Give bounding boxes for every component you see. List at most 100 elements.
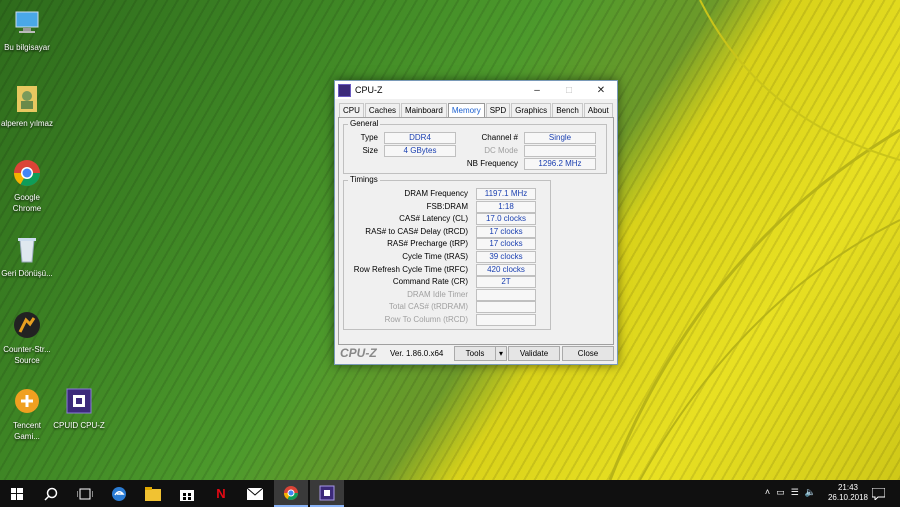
battery-icon[interactable]: ▭ (776, 487, 791, 497)
timing-value: 39 clocks (476, 251, 536, 263)
system-tray: ˄▭☰🔈 (765, 487, 822, 498)
title-bar[interactable]: CPU-Z – □ ✕ (335, 81, 617, 99)
timing-value: 1197.1 MHz (476, 188, 536, 200)
netflix-icon: N (216, 486, 226, 501)
folder-icon (145, 486, 161, 501)
timing-value: 17.0 clocks (476, 213, 536, 226)
taskbar-cpuz[interactable] (310, 480, 344, 507)
minimize-button[interactable]: – (521, 85, 553, 96)
tools-dropdown-arrow-icon[interactable]: ▾ (495, 346, 507, 361)
tools-button[interactable]: Tools (454, 346, 496, 361)
close-window-button[interactable]: ✕ (585, 85, 617, 96)
desktop-icon-chrome[interactable]: Google Chrome (0, 158, 54, 214)
channel-label: Channel # (481, 133, 518, 142)
timing-value: 420 clocks (476, 263, 536, 276)
mail-icon (247, 487, 263, 500)
timing-value (476, 301, 536, 314)
action-center-button[interactable] (864, 480, 892, 507)
desktop-icon-label: Geri Dönüşü... (1, 269, 53, 278)
size-label: Size (362, 146, 378, 155)
type-value: DDR4 (384, 132, 456, 144)
tab-cpu[interactable]: CPU (339, 103, 364, 117)
tab-about[interactable]: About (583, 103, 613, 117)
chrome-icon (284, 485, 298, 500)
computer-icon (12, 8, 42, 38)
network-icon[interactable]: ☰ (791, 487, 805, 497)
search-icon (44, 487, 58, 501)
edge-icon (112, 486, 126, 501)
tab-memory[interactable]: Memory (447, 103, 485, 117)
tab-graphics[interactable]: Graphics (511, 103, 552, 117)
window-footer: CPU-Z Ver. 1.86.0.x64 Tools ▾ Validate C… (338, 345, 614, 361)
channel-value: Single (524, 132, 596, 144)
desktop-icon-label: Bu bilgisayar (4, 43, 50, 52)
general-group-title: General (348, 119, 381, 128)
memory-panel: General Type DDR4 Size 4 GBytes Channel … (338, 117, 614, 345)
task-view-button[interactable] (68, 480, 102, 507)
tab-caches[interactable]: Caches (364, 103, 401, 117)
taskbar-chrome[interactable] (274, 480, 308, 507)
store-icon (180, 489, 194, 501)
taskbar: N ˄▭☰🔈 21:43 26.10.2018 (0, 480, 900, 507)
dc-mode-label: DC Mode (484, 146, 518, 155)
desktop-icon-this-pc[interactable]: Bu bilgisayar (0, 8, 54, 53)
timing-value: 1:18 (476, 200, 536, 213)
user-folder-icon (12, 84, 42, 114)
desktop-icon-tencent[interactable]: Tencent Gami... (0, 386, 54, 442)
close-button[interactable]: Close (562, 346, 614, 361)
maximize-button[interactable]: □ (553, 85, 585, 96)
taskbar-file-explorer[interactable] (136, 480, 170, 507)
cpuz-icon (319, 485, 335, 500)
show-hidden-icons-icon[interactable]: ˄ (765, 487, 776, 497)
taskbar-edge[interactable] (102, 480, 136, 507)
timing-value: 17 clocks (476, 225, 536, 238)
tab-bench[interactable]: Bench (552, 103, 583, 117)
desktop-icon-label: CPUID CPU-Z (53, 421, 105, 430)
tab-mainboard[interactable]: Mainboard (401, 103, 447, 117)
timings-group: Timings DRAM Frequency 1197.1 MHz FSB:DRAM… (343, 175, 551, 330)
desktop-icon-cpuz[interactable]: CPUID CPU-Z (52, 386, 106, 431)
cpuz-app-icon (338, 83, 351, 97)
taskbar-netflix[interactable]: N (204, 480, 238, 507)
volume-icon[interactable]: 🔈 (805, 487, 822, 497)
validate-button[interactable]: Validate (508, 346, 560, 361)
cpuz-icon (64, 386, 94, 416)
desktop-icon-label: Counter-Str... Source (3, 345, 51, 365)
timing-label: Total CAS# (tRDRAM) (388, 302, 468, 312)
desktop-icon-label: Tencent Gami... (12, 421, 42, 441)
type-label: Type (360, 133, 378, 142)
timing-value (476, 314, 536, 326)
tab-spd[interactable]: SPD (485, 103, 511, 117)
windows-icon (11, 487, 23, 500)
timing-label: FSB:DRAM (426, 201, 468, 211)
recycle-bin-icon (12, 234, 42, 264)
desktop-icon-label: alperen yılmaz (0, 119, 54, 128)
dc-mode-value (524, 145, 596, 157)
desktop-icon-counter-strike[interactable]: Counter-Str... Source (0, 310, 54, 366)
cpuz-logo: CPU-Z (340, 346, 377, 360)
chrome-icon (12, 158, 42, 188)
timing-value (476, 288, 536, 301)
timing-label: Command Rate (CR) (392, 277, 468, 287)
tencent-gaming-icon (12, 386, 42, 416)
desktop-icon-user-folder[interactable]: alperen yılmaz (0, 84, 54, 129)
start-button[interactable] (0, 480, 34, 507)
timing-label: RAS# Precharge (tRP) (387, 239, 468, 249)
size-value: 4 GBytes (384, 145, 456, 157)
taskbar-mail[interactable] (238, 480, 272, 507)
nb-frequency-label: NB Frequency (466, 159, 518, 168)
desktop-icon-recycle-bin[interactable]: Geri Dönüşü... (0, 234, 54, 279)
task-view-icon (77, 488, 93, 499)
timing-label: Cycle Time (tRAS) (402, 252, 468, 261)
notification-icon (871, 487, 885, 500)
timing-label: DRAM Idle Timer (407, 289, 468, 299)
timing-label: CAS# Latency (CL) (399, 214, 468, 224)
general-group: General Type DDR4 Size 4 GBytes Channel … (343, 119, 607, 174)
search-button[interactable] (34, 480, 68, 507)
timing-value: 17 clocks (476, 238, 536, 251)
timing-label: RAS# to CAS# Delay (tRCD) (365, 226, 468, 236)
timing-label: Row To Column (tRCD) (384, 315, 468, 324)
tab-strip: CPU Caches Mainboard Memory SPD Graphics… (339, 103, 614, 117)
taskbar-store[interactable] (170, 480, 204, 507)
timings-group-title: Timings (348, 175, 380, 184)
